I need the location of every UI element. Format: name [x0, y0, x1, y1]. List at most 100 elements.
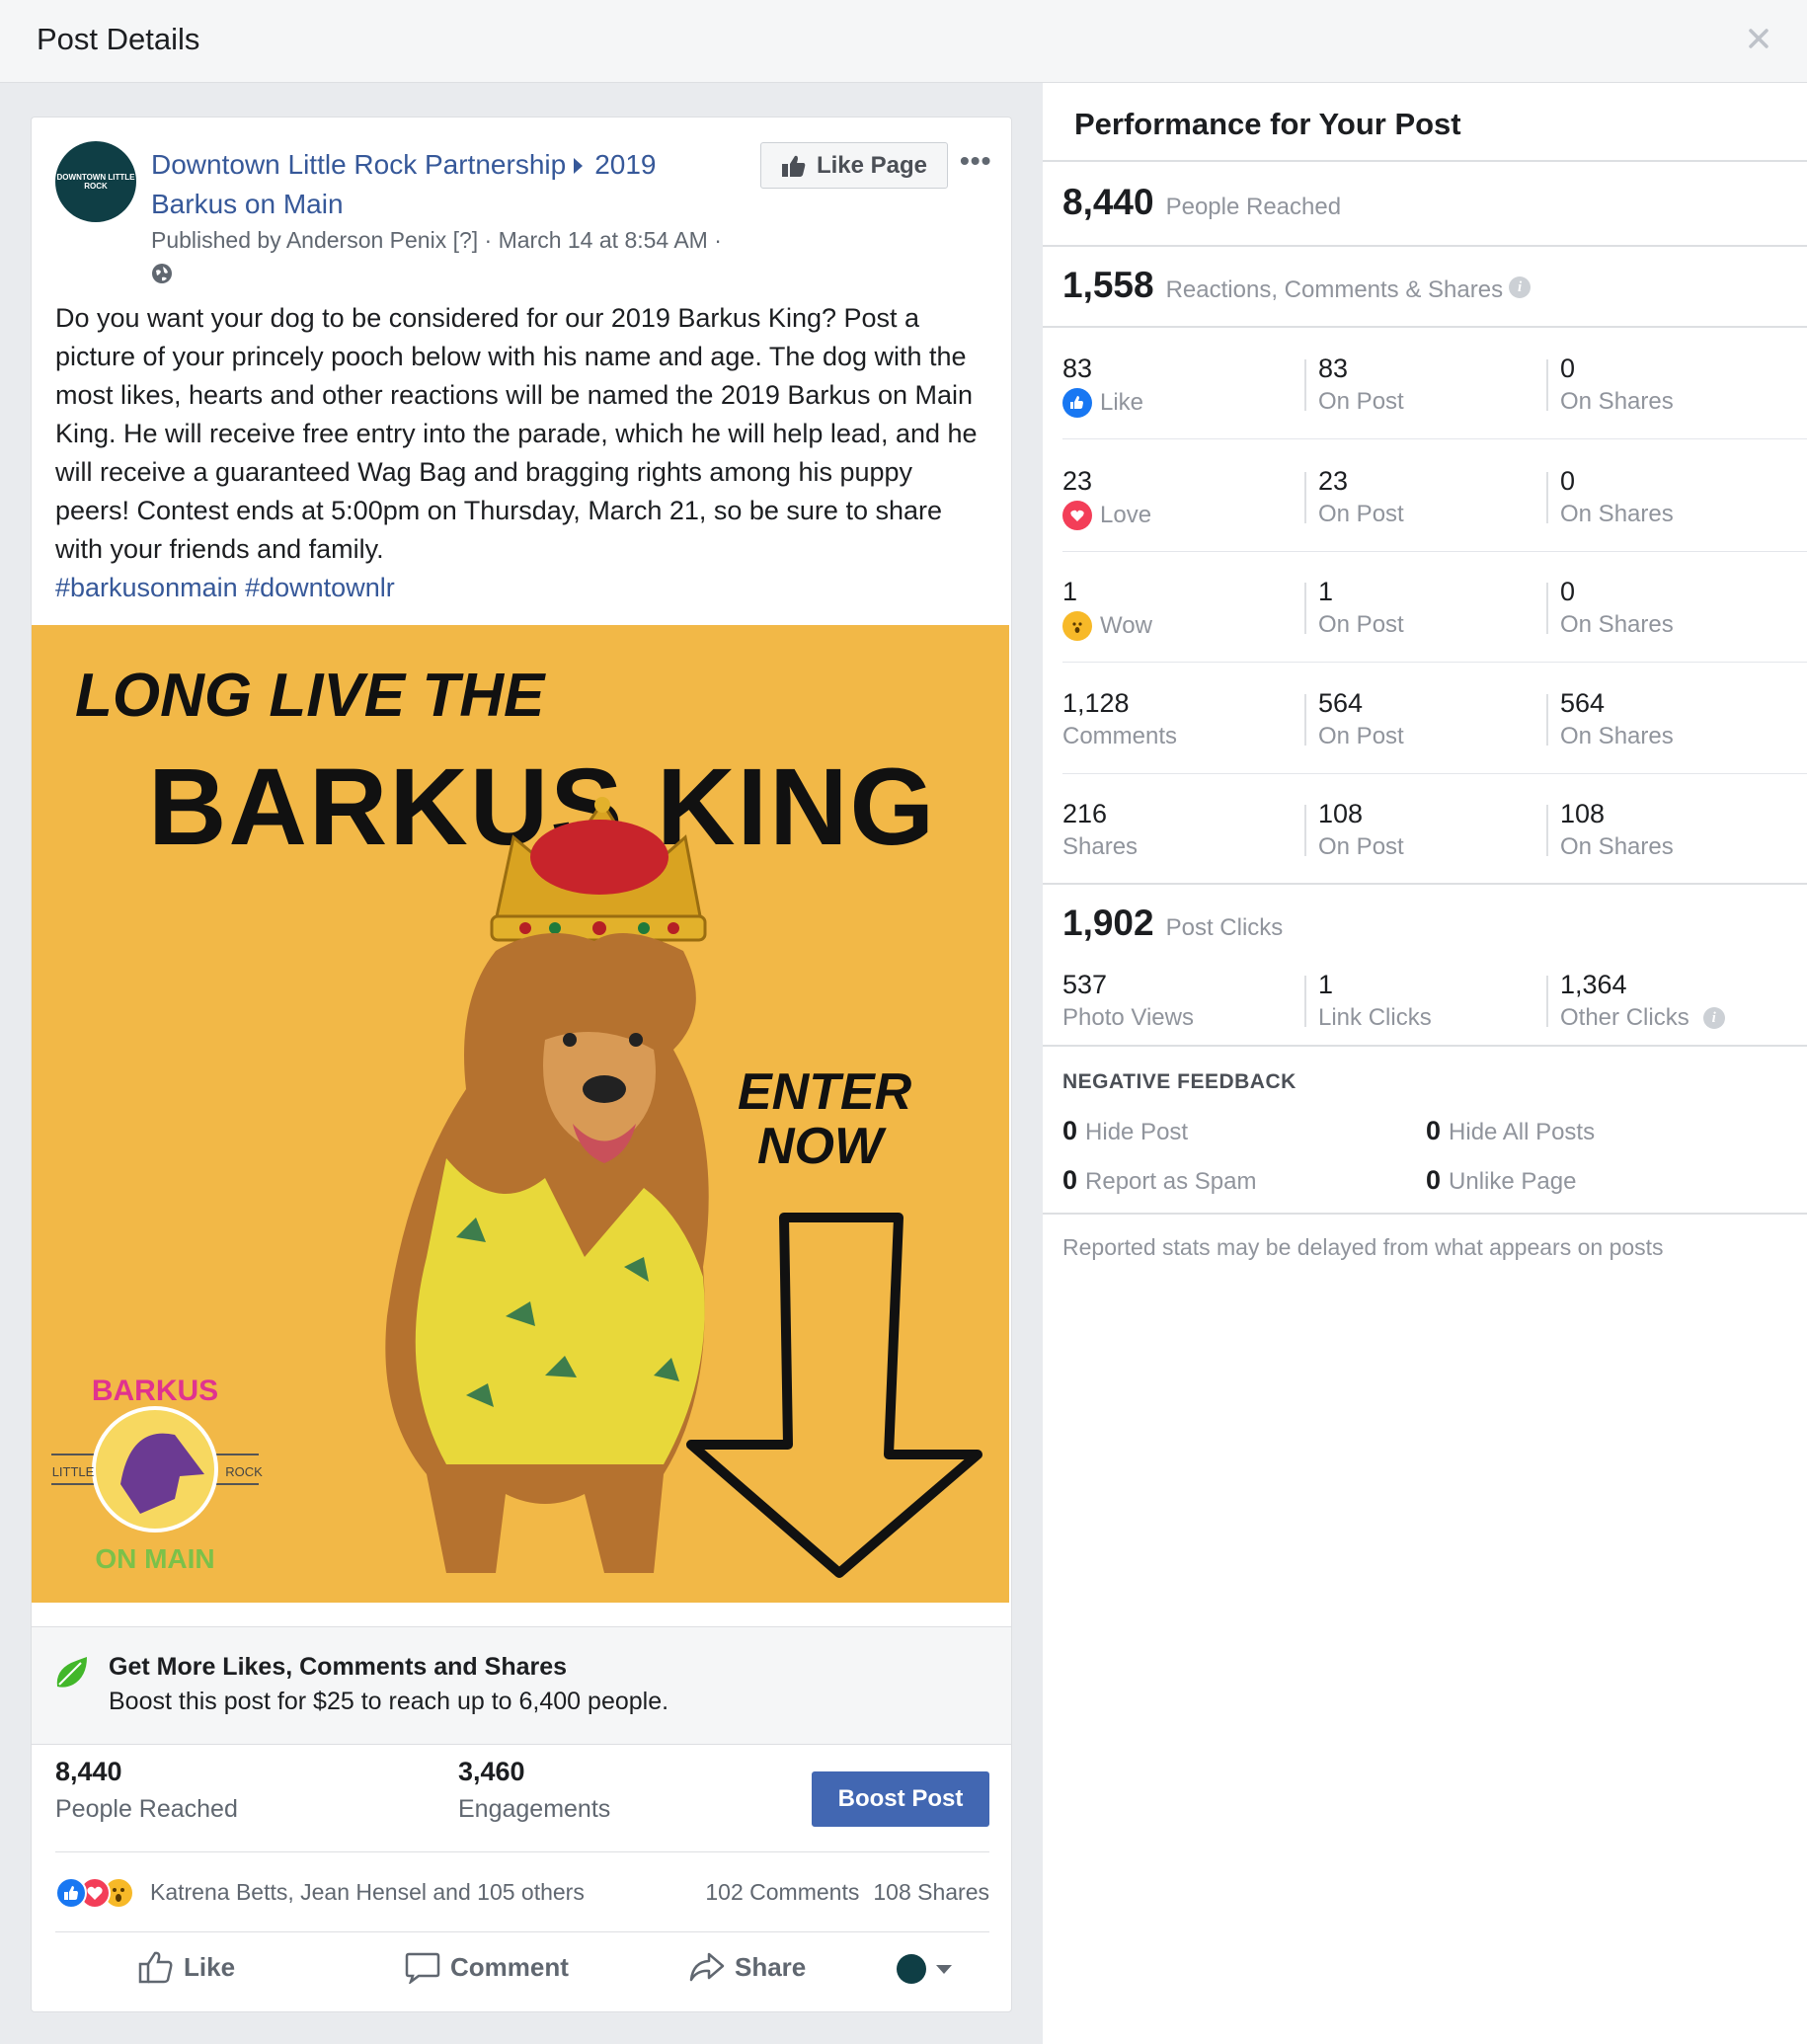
column-separator [1304, 976, 1306, 1027]
chevron-down-icon [936, 1964, 952, 1974]
shares-on-shares-cell: 108 On Shares [1560, 799, 1674, 861]
comments-total: 1,128 [1062, 688, 1130, 718]
performance-panel: Performance for Your Post 8,440 People R… [1043, 83, 1807, 2044]
shares-on-post-cell: 108 On Post [1318, 799, 1404, 861]
like-icon [1062, 388, 1092, 418]
comments-total-cell: 1,128 Comments [1062, 688, 1177, 750]
reaction-names[interactable]: Katrena Betts, Jean Hensel and 105 other… [150, 1879, 585, 1906]
post-as-selector[interactable] [897, 1954, 952, 1984]
page-avatar[interactable]: DOWNTOWN LITTLE ROCK [55, 141, 136, 222]
like-on-post-cell: 83 On Post [1318, 354, 1404, 416]
on-shares-label: On Shares [1560, 501, 1674, 527]
comments-on-shares: 564 [1560, 688, 1606, 718]
column-separator [1546, 359, 1548, 411]
like-action-button[interactable]: Like [138, 1950, 235, 1984]
like-page-button[interactable]: Like Page [760, 142, 948, 189]
engagement-total-value: 1,558 [1062, 265, 1154, 305]
unlike-page-label: Unlike Page [1449, 1168, 1577, 1195]
link-clicks-label: Link Clicks [1318, 1004, 1432, 1031]
comments-on-shares-cell: 564 On Shares [1560, 688, 1674, 750]
engagement-total-row: 1,558 Reactions, Comments & Shares i [1062, 265, 1532, 306]
comments-on-post-cell: 564 On Post [1318, 688, 1404, 750]
share-action-label: Share [735, 1951, 807, 1982]
other-clicks-label: Other Clicks [1560, 1004, 1689, 1031]
divider [1043, 1213, 1807, 1215]
post-image[interactable]: LONG LIVE THE BARKUS KING ENTER NOW BARK… [32, 625, 1009, 1603]
divider [1062, 438, 1807, 439]
published-info: Published by Anderson Penix [?] · March … [151, 224, 744, 289]
other-clicks-label-row: Other Clicks i [1560, 1004, 1725, 1032]
engagement-counts: 102 Comments 108 Shares [705, 1879, 989, 1906]
enter-now-line2: NOW [757, 1118, 887, 1175]
comment-action-button[interactable]: Comment [405, 1950, 569, 1984]
logo-top-text: BARKUS [92, 1375, 218, 1407]
column-separator [1546, 583, 1548, 634]
shares-count[interactable]: 108 Shares [873, 1879, 989, 1905]
love-on-post: 23 [1318, 466, 1349, 496]
wow-on-post-cell: 1 On Post [1318, 577, 1404, 639]
on-shares-label: On Shares [1560, 833, 1674, 860]
comments-on-post: 564 [1318, 688, 1364, 718]
boost-promo: Get More Likes, Comments and Shares Boos… [32, 1626, 1011, 1745]
headline-top: LONG LIVE THE [75, 662, 546, 730]
report-spam-stat: 0 Report as Spam [1062, 1165, 1256, 1196]
engagements-value: 3,460 [458, 1757, 525, 1786]
post-clicks-total: 1,902 [1062, 903, 1154, 943]
logo-bottom-text: ON MAIN [95, 1543, 214, 1574]
on-post-label: On Post [1318, 501, 1404, 527]
wow-label: Wow [1100, 612, 1152, 639]
wow-label-row: Wow [1062, 611, 1152, 641]
modal-title: Post Details [37, 22, 200, 56]
love-on-shares: 0 [1560, 466, 1576, 496]
link-clicks-cell: 1 Link Clicks [1318, 970, 1432, 1032]
post-card: DOWNTOWN LITTLE ROCK Downtown Little Roc… [31, 117, 1012, 2012]
wow-total-cell: 1 Wow [1062, 577, 1152, 641]
engagements-stat: 3,460 Engagements [458, 1757, 610, 1824]
on-shares-label: On Shares [1560, 388, 1674, 415]
post-hashtags[interactable]: #barkusonmain #downtownlr [55, 573, 395, 602]
page-avatar-small [897, 1954, 926, 1984]
reaction-icons[interactable] [55, 1877, 154, 1911]
like-on-post: 83 [1318, 354, 1349, 383]
like-total: 83 [1062, 354, 1093, 383]
share-action-button[interactable]: Share [689, 1950, 806, 1984]
hide-all-posts-stat: 0 Hide All Posts [1426, 1116, 1595, 1146]
hide-all-posts-value: 0 [1426, 1116, 1442, 1145]
post-message: Do you want your dog to be considered fo… [55, 299, 993, 607]
photo-views-value: 537 [1062, 970, 1108, 999]
wow-total: 1 [1062, 577, 1078, 606]
on-shares-label: On Shares [1560, 723, 1674, 749]
column-separator [1304, 472, 1306, 523]
other-clicks-cell: 1,364 Other Clicks i [1560, 970, 1725, 1032]
page-name-link[interactable]: Downtown Little Rock Partnership [151, 149, 566, 180]
close-icon[interactable] [1742, 22, 1775, 55]
leaf-icon [56, 1657, 87, 1688]
boost-post-button[interactable]: Boost Post [812, 1771, 989, 1827]
shares-total: 216 [1062, 799, 1108, 828]
report-spam-value: 0 [1062, 1165, 1078, 1195]
love-label-row: Love [1062, 501, 1151, 530]
negative-feedback-title: NEGATIVE FEEDBACK [1062, 1070, 1296, 1093]
column-separator [1546, 694, 1548, 746]
column-separator [1546, 976, 1548, 1027]
post-header-title: Downtown Little Rock Partnership 2019 Bar… [151, 145, 704, 224]
column-separator [1304, 359, 1306, 411]
info-icon[interactable]: i [1702, 1007, 1725, 1029]
globe-icon [152, 264, 172, 283]
on-shares-label: On Shares [1560, 611, 1674, 638]
info-icon[interactable]: i [1509, 276, 1532, 298]
like-on-shares: 0 [1560, 354, 1576, 383]
more-options-icon[interactable]: ••• [960, 145, 991, 177]
on-post-label: On Post [1318, 833, 1404, 860]
shares-total-cell: 216 Shares [1062, 799, 1138, 861]
comments-count[interactable]: 102 Comments [705, 1879, 859, 1905]
modal-header: Post Details [0, 0, 1807, 83]
boost-title: Get More Likes, Comments and Shares [109, 1653, 568, 1681]
divider [1062, 662, 1807, 663]
column-separator [1304, 805, 1306, 856]
love-on-shares-cell: 0 On Shares [1560, 466, 1674, 528]
people-reached-label: People Reached [55, 1795, 238, 1823]
post-action-bar: Like Comment Share [55, 1932, 989, 2011]
post-clicks-caption: Post Clicks [1165, 914, 1284, 941]
like-total-cell: 83 Like [1062, 354, 1143, 418]
